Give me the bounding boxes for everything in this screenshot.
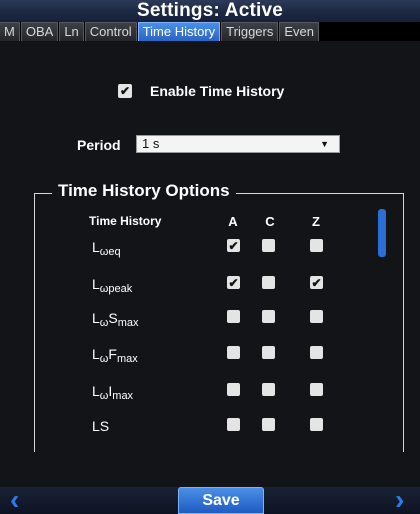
- checkbox-a[interactable]: [227, 310, 240, 323]
- checkbox-c[interactable]: [262, 383, 275, 396]
- period-label: Period: [77, 137, 121, 153]
- time-history-column-header: Time History: [89, 214, 162, 228]
- label-subscript-2: max: [112, 390, 134, 402]
- dropdown-arrow-icon: ▼: [320, 139, 329, 149]
- time-history-row-label: LωFmax: [92, 346, 138, 365]
- column-header-a: A: [228, 214, 238, 229]
- chevron-right-icon[interactable]: ›: [395, 486, 404, 514]
- time-history-row-label: LS: [92, 418, 109, 437]
- tab-oba[interactable]: OBA: [20, 22, 59, 41]
- checkbox-a[interactable]: [227, 418, 240, 431]
- checkbox-a[interactable]: ✔: [227, 276, 240, 290]
- label-base: L: [92, 276, 100, 292]
- checkbox-z[interactable]: [310, 310, 323, 323]
- label-base: L: [92, 346, 100, 362]
- checkbox-c[interactable]: [262, 346, 275, 359]
- label-base: L: [92, 383, 100, 399]
- tab-m[interactable]: M: [0, 22, 20, 41]
- tab-events[interactable]: Even: [279, 22, 320, 41]
- scrollbar-thumb[interactable]: [378, 209, 386, 257]
- checkbox-c[interactable]: [262, 239, 275, 252]
- time-history-row-label: LωSmax: [92, 310, 139, 329]
- label-base: L: [92, 310, 100, 326]
- checkbox-c[interactable]: [262, 276, 275, 289]
- checkbox-c[interactable]: [262, 418, 275, 431]
- label-weighting: F: [108, 346, 117, 362]
- checkbox-a[interactable]: [227, 346, 240, 359]
- checkbox-z[interactable]: [310, 346, 323, 359]
- enable-time-history-checkbox[interactable]: ✔: [118, 84, 132, 98]
- time-history-row-label: Lωeq: [92, 239, 121, 258]
- time-history-row-label: Lωpeak: [92, 276, 132, 295]
- label-subscript-2: max: [117, 317, 139, 329]
- period-value: 1 s: [142, 136, 160, 151]
- checkbox-z[interactable]: [310, 383, 323, 396]
- column-header-c: C: [265, 214, 275, 229]
- label-weighting: S: [108, 310, 118, 326]
- time-history-options-title: Time History Options: [52, 180, 236, 202]
- checkbox-a[interactable]: ✔: [227, 239, 240, 253]
- checkbox-c[interactable]: [262, 310, 275, 323]
- checkbox-z[interactable]: [310, 239, 323, 252]
- checkbox-z[interactable]: ✔: [310, 276, 323, 290]
- checkbox-a[interactable]: [227, 383, 240, 396]
- tab-triggers[interactable]: Triggers: [221, 22, 279, 41]
- label-weighting: S: [99, 418, 110, 434]
- settings-screen: Settings: Active M OBA Ln Control Time Histo…: [0, 0, 420, 514]
- time-history-options-group: [34, 193, 404, 452]
- label-base: L: [92, 418, 100, 434]
- tab-strip: M OBA Ln Control Time History Triggers Even: [0, 22, 420, 41]
- tab-ln[interactable]: Ln: [59, 22, 84, 41]
- label-subscript: ωpeak: [99, 283, 133, 295]
- enable-time-history-row[interactable]: ✔ Enable Time History: [118, 82, 284, 100]
- column-header-z: Z: [312, 214, 320, 229]
- save-button[interactable]: Save: [178, 487, 264, 514]
- enable-time-history-label: Enable Time History: [150, 83, 285, 99]
- tab-time-history[interactable]: Time History: [137, 22, 221, 41]
- tab-control[interactable]: Control: [84, 22, 137, 41]
- checkbox-z[interactable]: [310, 418, 323, 431]
- label-base: L: [92, 239, 100, 255]
- chevron-left-icon[interactable]: ‹: [10, 486, 19, 514]
- window-title: Settings: Active: [0, 0, 420, 22]
- label-subscript: ωeq: [99, 246, 121, 258]
- label-subscript-2: max: [116, 353, 138, 365]
- time-history-row-label: LωImax: [92, 383, 133, 402]
- period-select[interactable]: 1 s ▼: [136, 135, 340, 153]
